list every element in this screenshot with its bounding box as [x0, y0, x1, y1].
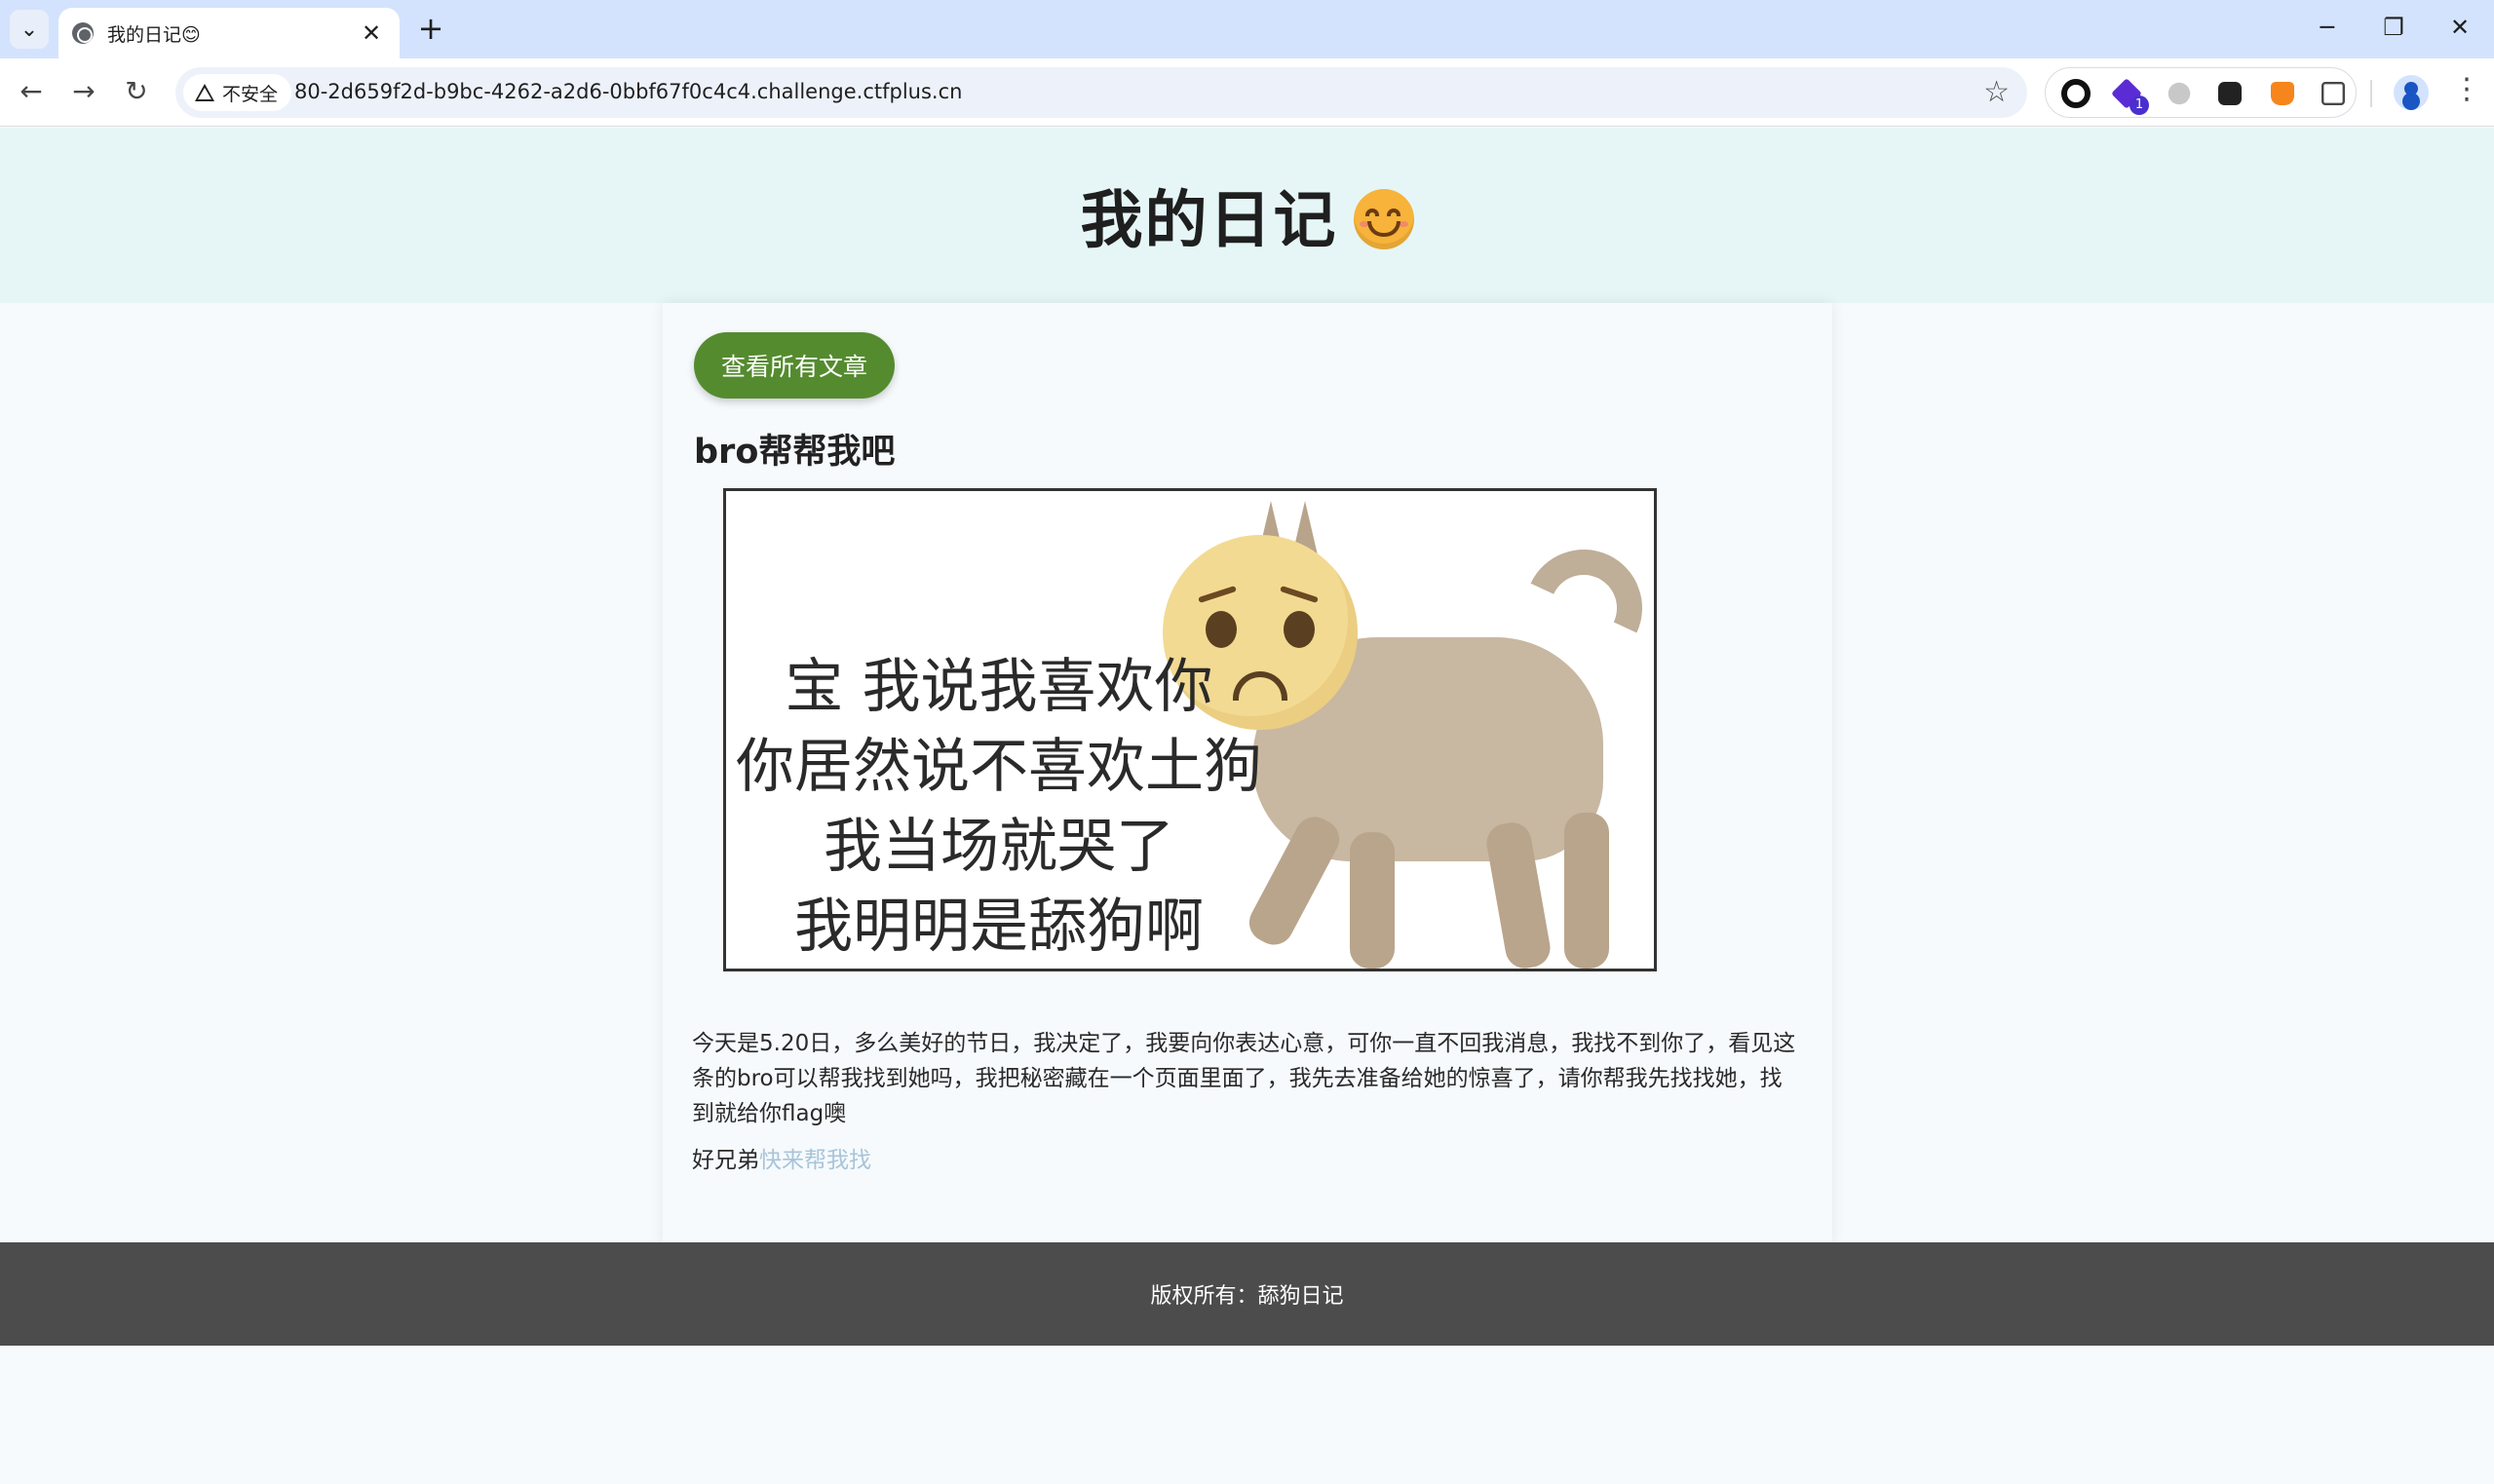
bookmark-star-icon[interactable]: ☆ — [1983, 75, 2010, 109]
security-label: 不安全 — [222, 83, 279, 105]
extensions-area: 1 — [2045, 67, 2357, 118]
article-image: 宝 我说我喜欢你 你居然说不喜欢土狗 我当场就哭了 我明明是舔狗啊 — [723, 488, 1657, 971]
help-find-link[interactable]: 快来帮我找 — [759, 1148, 871, 1173]
reload-button[interactable]: ↻ — [117, 73, 156, 112]
new-tab-button[interactable]: + — [413, 12, 448, 47]
article-title: bro帮帮我吧 — [694, 433, 896, 472]
extensions-puzzle-icon[interactable] — [2321, 82, 2345, 105]
close-tab-icon[interactable]: ✕ — [357, 19, 386, 47]
back-button[interactable]: ← — [12, 73, 51, 112]
footer-prefix: 好兄弟 — [692, 1148, 759, 1173]
address-bar[interactable]: 不安全 80-2d659f2d-b9bc-4262-a2d6-0bbf67f0c… — [175, 67, 2027, 118]
profile-avatar-icon[interactable] — [2394, 75, 2429, 110]
close-window-button[interactable]: ✕ — [2440, 14, 2479, 41]
site-title: 我的日记 — [1081, 171, 1414, 260]
extension-badge: 1 — [2129, 95, 2149, 115]
article-container: 查看所有文章 bro帮帮我吧 宝 我说我喜欢你 你居然说不喜欢土狗 我当场就哭了 — [663, 303, 1832, 1246]
tab-title: 我的日记😊 — [107, 23, 201, 46]
smiling-face-icon — [1353, 189, 1414, 249]
browser-tab-active[interactable]: 我的日记😊 ✕ — [58, 8, 400, 58]
warning-icon — [195, 84, 214, 101]
image-caption: 宝 我说我喜欢你 你居然说不喜欢土狗 我当场就哭了 我明明是舔狗啊 — [726, 647, 1272, 967]
url-text[interactable]: 80-2d659f2d-b9bc-4262-a2d6-0bbf67f0c4c4.… — [294, 80, 962, 103]
caption-line: 你居然说不喜欢土狗 — [736, 733, 1262, 801]
article-body: 今天是5.20日，多么美好的节日，我决定了，我要向你表达心意，可你一直不回我消息… — [692, 1031, 1796, 1126]
forward-button[interactable]: → — [64, 73, 103, 112]
extension-circle-icon[interactable] — [2061, 79, 2091, 108]
globe-icon — [72, 22, 94, 44]
caption-line: 我当场就哭了 — [824, 813, 1174, 881]
chevron-down-icon: ⌄ — [19, 17, 39, 42]
copyright-text: 版权所有：舔狗日记 — [1150, 1284, 1344, 1309]
site-footer: 版权所有：舔狗日记 — [0, 1242, 2494, 1346]
browser-menu-icon[interactable]: ⋮ — [2452, 72, 2481, 106]
view-all-articles-button[interactable]: 查看所有文章 — [694, 332, 896, 399]
page-viewport: 我的日记 查看所有文章 bro帮帮我吧 宝 我说我喜欢你 你居然说不喜欢土狗 我… — [0, 128, 2494, 1484]
security-indicator[interactable]: 不安全 — [183, 74, 292, 111]
extension-mask-icon[interactable] — [2218, 82, 2242, 105]
browser-toolbar: ← → ↻ 不安全 80-2d659f2d-b9bc-4262-a2d6-0bb… — [0, 58, 2494, 127]
toolbar-divider — [2370, 80, 2372, 107]
tab-search-button[interactable]: ⌄ — [10, 10, 49, 49]
article-footer: 好兄弟快来帮我找 — [692, 1141, 871, 1174]
restore-button[interactable]: ❐ — [2374, 14, 2413, 41]
site-header: 我的日记 — [0, 128, 2494, 303]
browser-tab-bar: ⌄ 我的日记😊 ✕ + ─ ❐ ✕ — [0, 0, 2494, 58]
site-title-text: 我的日记 — [1080, 185, 1338, 257]
minimize-button[interactable]: ─ — [2308, 14, 2347, 41]
caption-line: 宝 我说我喜欢你 — [785, 653, 1213, 721]
metamask-fox-icon[interactable] — [2271, 82, 2294, 105]
caption-line: 我明明是舔狗啊 — [794, 893, 1204, 961]
extension-gray-icon[interactable] — [2168, 82, 2191, 105]
